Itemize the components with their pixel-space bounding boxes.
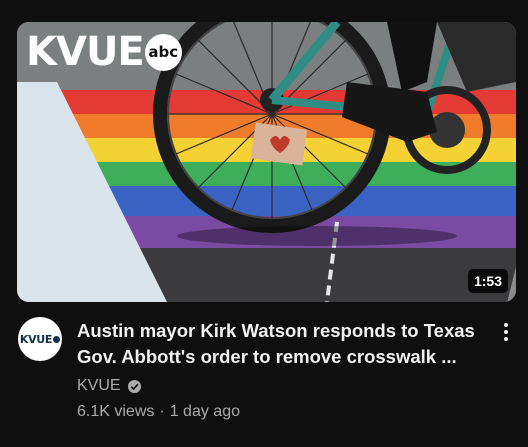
video-card[interactable]: KVUE abc 1:53 KVUE Austin mayor Kirk Wat… bbox=[0, 0, 528, 447]
channel-avatar[interactable]: KVUE bbox=[18, 317, 62, 361]
video-meta: Austin mayor Kirk Watson responds to Tex… bbox=[77, 318, 487, 421]
duration-badge: 1:53 bbox=[467, 269, 508, 293]
abc-logo: abc bbox=[144, 33, 182, 71]
video-thumbnail[interactable]: KVUE abc 1:53 bbox=[17, 22, 516, 302]
upload-age: 1 day ago bbox=[169, 403, 240, 420]
video-title[interactable]: Austin mayor Kirk Watson responds to Tex… bbox=[77, 318, 487, 370]
meta-separator: · bbox=[159, 403, 165, 420]
channel-name-link[interactable]: KVUE bbox=[77, 377, 121, 395]
kvue-logo-text: KVUE bbox=[26, 29, 145, 75]
video-stats: 6.1K views · 1 day ago bbox=[77, 403, 487, 421]
channel-logo-overlay: KVUE abc bbox=[26, 30, 182, 74]
view-count: 6.1K views bbox=[77, 403, 155, 420]
vertical-ellipsis-icon[interactable] bbox=[494, 318, 518, 346]
check-circle-icon bbox=[127, 379, 141, 393]
avatar-logo: KVUE bbox=[20, 333, 61, 346]
channel-row: KVUE bbox=[77, 377, 487, 395]
